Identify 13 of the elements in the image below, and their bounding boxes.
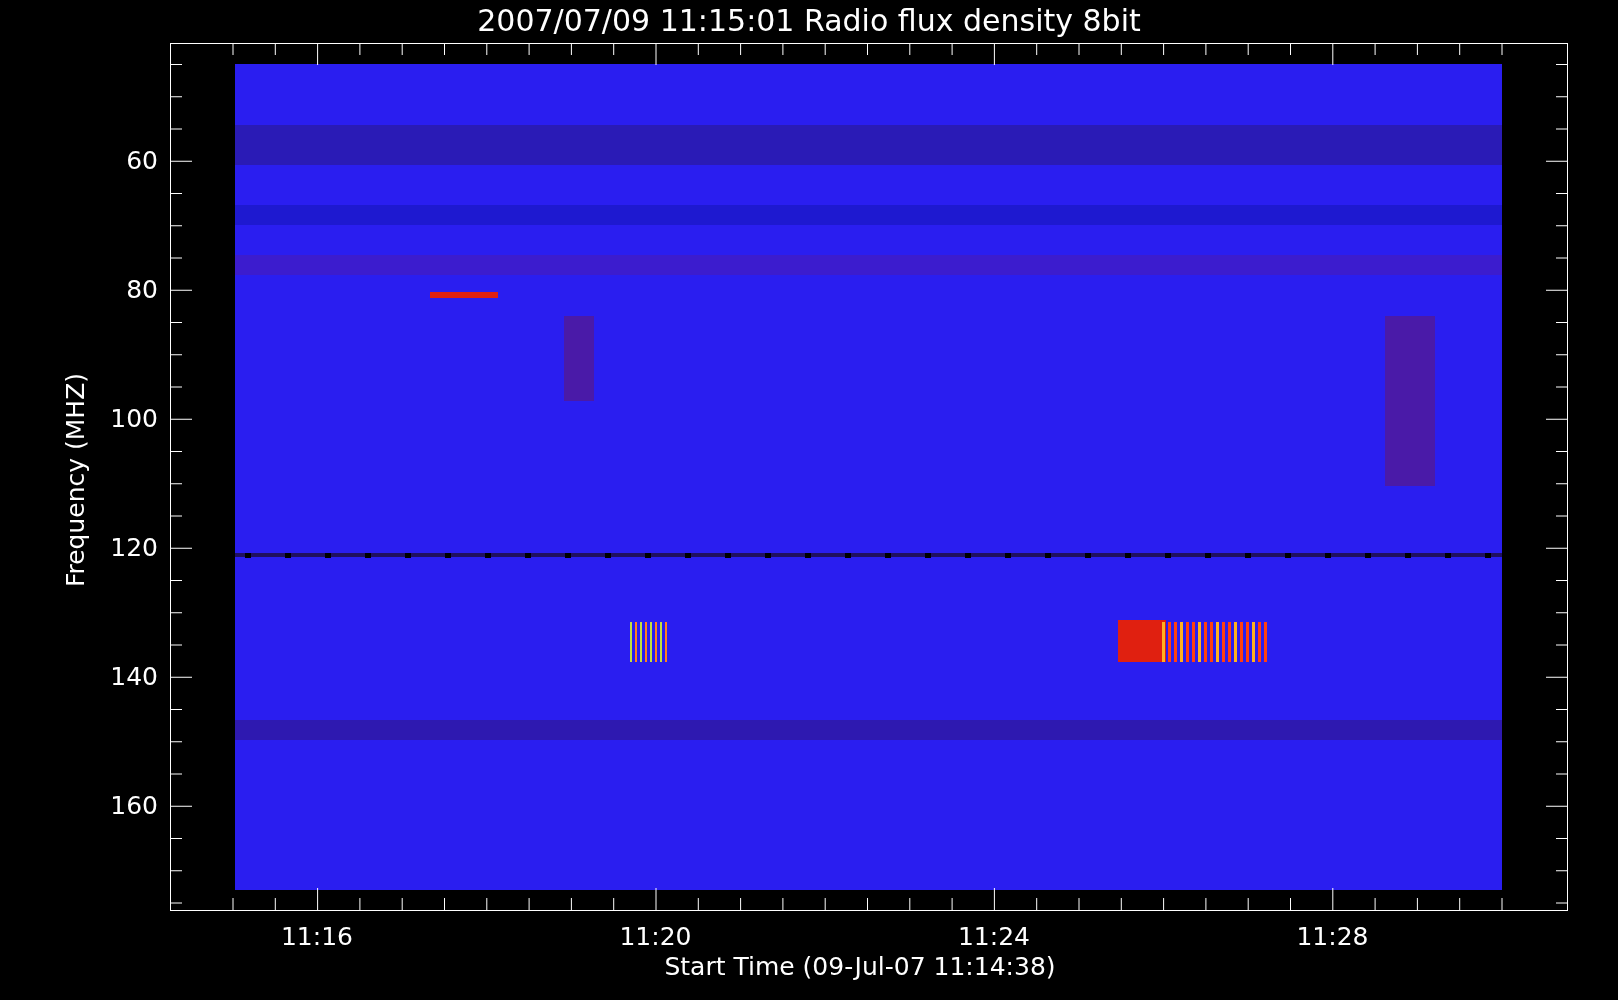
x-tick-label: 11:24 [958,922,1030,951]
y-tick-label: 60 [126,146,158,175]
chart-title: 2007/07/09 11:15:01 Radio flux density 8bit [477,3,1141,38]
y-axis-label: Frequency (MHZ) [61,372,90,588]
x-tick-label: 11:20 [619,922,692,951]
y-tick-label: 120 [110,533,158,562]
y-tick-label: 140 [110,662,158,691]
y-tick-label: 160 [110,791,158,820]
x-tick-label: 11:28 [1296,922,1369,951]
y-tick-label: 100 [110,404,158,433]
y-tick-label: 80 [126,275,158,304]
x-axis-label: Start Time (09-Jul-07 11:14:38) [664,952,1056,981]
x-tick-label: 11:16 [281,922,353,951]
